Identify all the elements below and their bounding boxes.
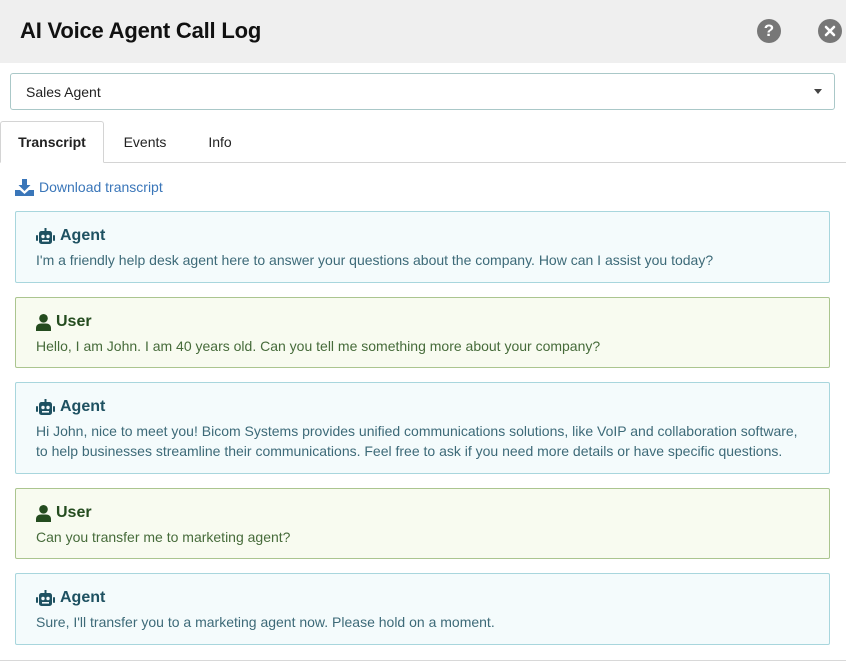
- robot-icon: [36, 398, 55, 415]
- message-agent: Agent Hi John, nice to meet you! Bicom S…: [15, 382, 830, 474]
- download-transcript-link[interactable]: Download transcript: [15, 177, 163, 197]
- message-agent: Agent I'm a friendly help desk agent her…: [15, 211, 830, 283]
- message-agent: Agent Sure, I'll transfer you to a marke…: [15, 573, 830, 645]
- message-role: User: [56, 504, 92, 521]
- download-icon: [15, 178, 34, 196]
- bottom-divider: [0, 660, 846, 661]
- robot-icon: [36, 589, 55, 606]
- message-text: Hi John, nice to meet you! Bicom Systems…: [36, 423, 798, 459]
- tab-events[interactable]: Events: [110, 121, 180, 163]
- message-user: User Hello, I am John. I am 40 years old…: [15, 297, 830, 368]
- message-header: Agent: [36, 589, 105, 607]
- message-text: Hello, I am John. I am 40 years old. Can…: [36, 338, 601, 354]
- user-icon: [36, 313, 51, 331]
- tab-transcript[interactable]: Transcript: [0, 121, 104, 163]
- dialog-title: AI Voice Agent Call Log: [20, 18, 262, 43]
- message-text: Sure, I'll transfer you to a marketing a…: [36, 614, 495, 630]
- close-button[interactable]: [818, 19, 842, 43]
- message-role: Agent: [60, 227, 106, 244]
- message-header: User: [36, 504, 92, 522]
- user-icon: [36, 504, 51, 522]
- message-text: I'm a friendly help desk agent here to a…: [36, 252, 714, 268]
- message-header: User: [36, 313, 92, 331]
- message-role: Agent: [60, 398, 106, 415]
- message-header: Agent: [36, 227, 105, 245]
- robot-icon: [36, 227, 55, 244]
- message-header: Agent: [36, 398, 105, 416]
- message-text: Can you transfer me to marketing agent?: [36, 529, 291, 545]
- chevron-down-icon: [814, 89, 822, 94]
- message-user: User Can you transfer me to marketing ag…: [15, 488, 830, 559]
- close-icon: [824, 25, 836, 37]
- help-button[interactable]: ?: [757, 19, 781, 43]
- dialog-header: AI Voice Agent Call Log ?: [0, 0, 846, 63]
- question-icon: ?: [763, 21, 775, 40]
- agent-select[interactable]: Sales Agent: [10, 73, 835, 110]
- download-transcript-label: Download transcript: [39, 179, 163, 195]
- agent-select-value: Sales Agent: [26, 84, 101, 100]
- message-role: User: [56, 313, 92, 330]
- tab-info[interactable]: Info: [192, 121, 248, 163]
- message-role: Agent: [60, 589, 106, 606]
